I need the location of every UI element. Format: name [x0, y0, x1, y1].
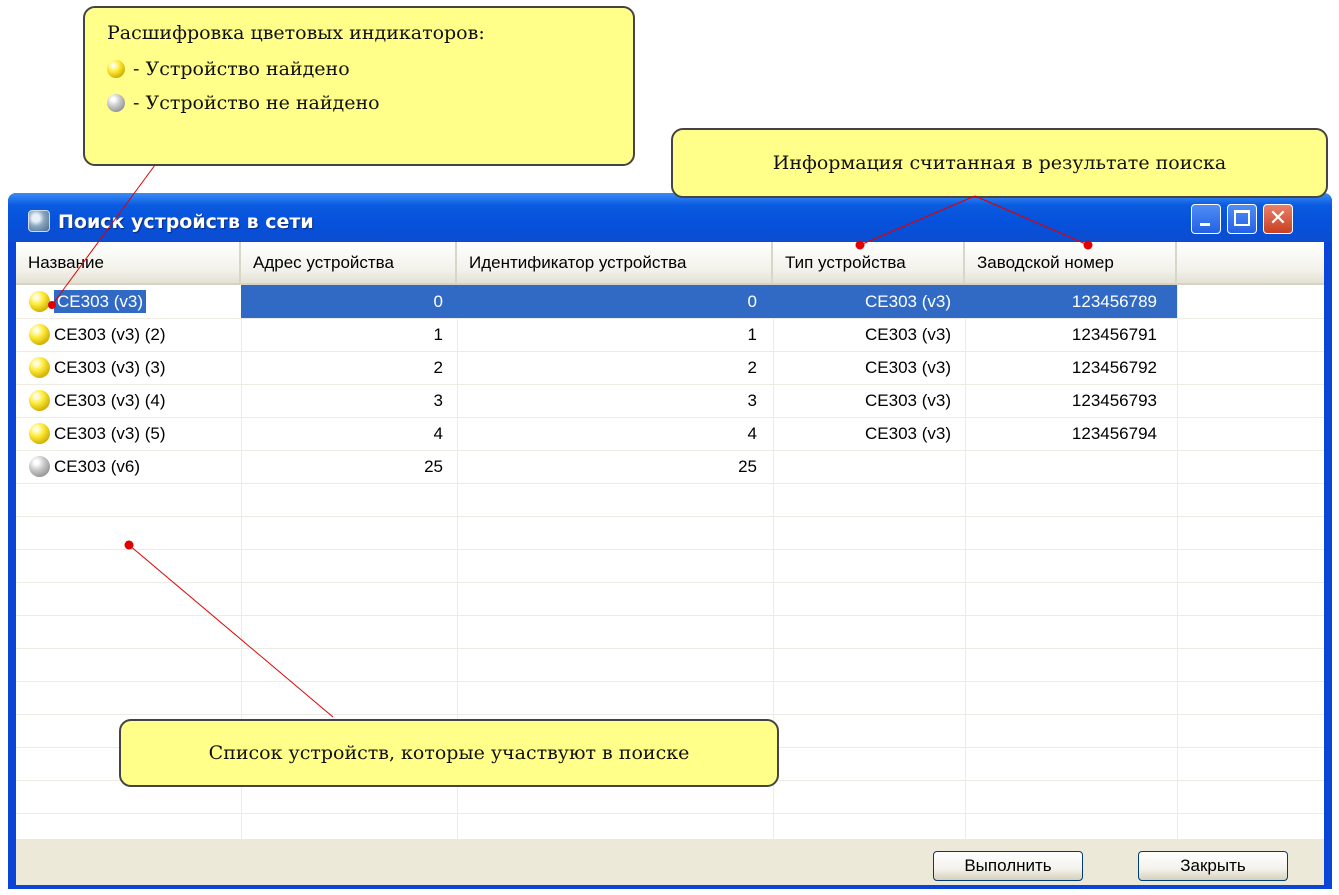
- address-cell: 1: [433, 325, 443, 344]
- device-name: CE303 (v3) (3): [54, 358, 166, 377]
- title-bar[interactable]: Поиск устройств в сети ✕: [8, 193, 1332, 242]
- type-cell: CE303 (v3): [865, 391, 951, 410]
- list-callout: Список устройств, которые участвуют в по…: [119, 719, 779, 787]
- minimize-button[interactable]: [1191, 204, 1221, 234]
- address-cell: 2: [433, 358, 443, 377]
- status-found-icon: [29, 291, 50, 312]
- status-found-icon: [29, 390, 50, 411]
- grid-row-line: [16, 549, 1324, 550]
- serial-cell: 123456789: [965, 285, 1177, 318]
- name-cell: CE303 (v3) (4): [16, 384, 241, 417]
- table-row[interactable]: CE303 (v6) 25 25: [16, 450, 1324, 483]
- name-cell: CE303 (v3) (3): [16, 351, 241, 384]
- legend-found: - Устройство найдено: [107, 58, 633, 80]
- serial-cell: [965, 450, 1177, 483]
- window-client-area: Название Адрес устройства Идентификатор …: [16, 242, 1324, 885]
- identifier-cell: 3: [747, 391, 757, 410]
- name-cell: CE303 (v3): [16, 285, 241, 318]
- type-cell: CE303 (v3): [865, 358, 951, 377]
- table-row[interactable]: CE303 (v3) (5) 4 4 CE303 (v3) 123456794: [16, 417, 1324, 450]
- address-cell: 0: [241, 285, 457, 318]
- column-header-name[interactable]: Название: [16, 242, 241, 283]
- device-name: CE303 (v3) (2): [54, 325, 166, 344]
- serial-cell: 123456792: [1071, 358, 1157, 377]
- table-row[interactable]: CE303 (v3) (4) 3 3 CE303 (v3) 123456793: [16, 384, 1324, 417]
- type-cell: CE303 (v3): [773, 285, 965, 318]
- info-callout: Информация считанная в результате поиска: [671, 128, 1328, 198]
- grid-row-line: [16, 681, 1324, 682]
- grid-row-line: [16, 648, 1324, 649]
- legend-not-found-label: - Устройство не найдено: [133, 92, 380, 114]
- serial-cell: 123456791: [1071, 325, 1157, 344]
- grid-row-line: [16, 483, 1324, 484]
- address-cell: 4: [433, 424, 443, 443]
- address-cell: 25: [424, 457, 443, 476]
- name-cell: CE303 (v6): [16, 450, 241, 483]
- device-name: CE303 (v3) (4): [54, 391, 166, 410]
- device-name: CE303 (v3) (5): [54, 424, 166, 443]
- close-window-button[interactable]: ✕: [1263, 204, 1293, 234]
- run-button[interactable]: Выполнить: [933, 851, 1083, 881]
- yellow-indicator-icon: [107, 60, 125, 78]
- column-header-identifier[interactable]: Идентификатор устройства: [457, 242, 773, 283]
- serial-cell: 123456793: [1071, 391, 1157, 410]
- identifier-cell: 4: [747, 424, 757, 443]
- name-cell: CE303 (v3) (2): [16, 318, 241, 351]
- grid-row-line: [16, 516, 1324, 517]
- list-header: Название Адрес устройства Идентификатор …: [16, 242, 1324, 285]
- status-found-icon: [29, 423, 50, 444]
- legend-not-found: - Устройство не найдено: [107, 92, 633, 114]
- table-row[interactable]: CE303 (v3) (3) 2 2 CE303 (v3) 123456792: [16, 351, 1324, 384]
- address-cell: 3: [433, 391, 443, 410]
- name-cell: CE303 (v3) (5): [16, 417, 241, 450]
- window-title: Поиск устройств в сети: [58, 211, 314, 233]
- type-cell: CE303 (v3): [865, 325, 951, 344]
- device-name: CE303 (v3): [54, 290, 146, 313]
- status-found-icon: [29, 324, 50, 345]
- identifier-cell: 25: [738, 457, 757, 476]
- serial-cell: 123456794: [1071, 424, 1157, 443]
- app-icon: [28, 210, 50, 232]
- maximize-button[interactable]: [1227, 204, 1257, 234]
- column-header-type[interactable]: Тип устройства: [773, 242, 965, 283]
- type-cell: CE303 (v3): [865, 424, 951, 443]
- column-header-serial[interactable]: Заводской номер: [965, 242, 1177, 283]
- device-name: CE303 (v6): [54, 457, 140, 476]
- legend-title: Расшифровка цветовых индикаторов:: [107, 22, 485, 44]
- table-row[interactable]: CE303 (v3) (2) 1 1 CE303 (v3) 123456791: [16, 318, 1324, 351]
- grid-row-line: [16, 615, 1324, 616]
- column-header-address[interactable]: Адрес устройства: [241, 242, 457, 283]
- status-not-found-icon: [29, 456, 50, 477]
- table-row[interactable]: CE303 (v3) 0 0 CE303 (v3) 123456789: [16, 285, 1324, 318]
- maximize-icon: [1234, 210, 1250, 226]
- legend-callout: Расшифровка цветовых индикаторов: - Устр…: [83, 6, 635, 166]
- identifier-cell: 2: [747, 358, 757, 377]
- minimize-icon: [1200, 223, 1210, 226]
- grid-row-line: [16, 582, 1324, 583]
- type-cell: [773, 450, 965, 483]
- identifier-cell: 0: [457, 285, 773, 318]
- legend-found-label: - Устройство найдено: [133, 58, 350, 80]
- close-button[interactable]: Закрыть: [1138, 851, 1288, 881]
- close-icon: ✕: [1268, 206, 1288, 231]
- identifier-cell: 1: [747, 325, 757, 344]
- grid-row-line: [16, 813, 1324, 814]
- gray-indicator-icon: [107, 94, 125, 112]
- grid-row-line: [16, 714, 1324, 715]
- status-found-icon: [29, 357, 50, 378]
